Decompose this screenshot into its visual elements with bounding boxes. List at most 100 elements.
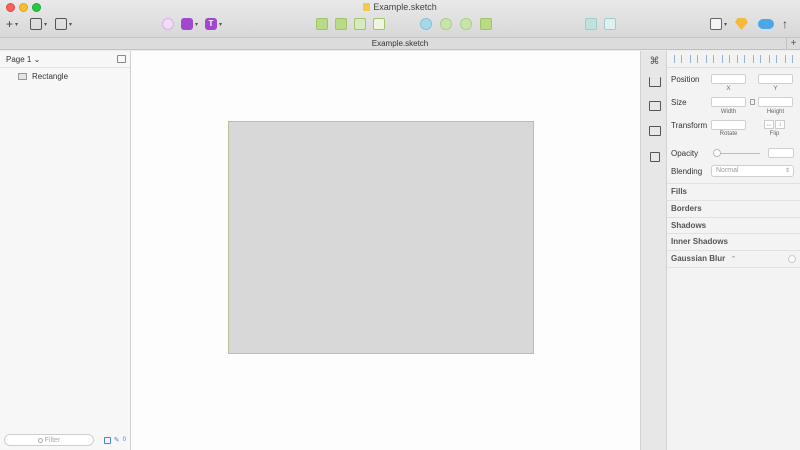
- opacity-slider-knob[interactable]: [713, 149, 721, 157]
- distribute-horizontal-icon[interactable]: [769, 55, 778, 63]
- align-center-icon[interactable]: [689, 55, 698, 63]
- forward-icon: [420, 18, 432, 30]
- tab-library[interactable]: [646, 148, 663, 165]
- layer-list-item[interactable]: Rectangle: [0, 68, 130, 85]
- export-icon: ↑: [782, 17, 788, 31]
- position-y-field[interactable]: [758, 74, 793, 84]
- inner-shadows-label: Inner Shadows: [671, 237, 728, 246]
- chevron-down-icon: ▾: [219, 21, 223, 28]
- sketch-document-icon: [363, 3, 371, 11]
- copy-layers-icon[interactable]: [103, 436, 111, 444]
- inner-shadows-section[interactable]: Inner Shadows: [667, 233, 800, 249]
- inspector-empty-area: [667, 267, 800, 450]
- create-symbol-button[interactable]: ▾: [55, 17, 72, 31]
- edit-icon: [162, 18, 174, 30]
- edit-button[interactable]: [162, 17, 174, 31]
- scale-icon: [480, 18, 492, 30]
- link-icon: ⌘: [649, 56, 660, 67]
- transform-label: Transform: [671, 121, 708, 130]
- width-field[interactable]: [711, 97, 746, 107]
- cloud-upload-icon: [758, 19, 774, 29]
- canvas[interactable]: [131, 51, 640, 450]
- flatten-button[interactable]: [585, 17, 597, 31]
- mirror-button[interactable]: [735, 17, 748, 31]
- tab-document-settings[interactable]: [646, 122, 663, 139]
- layer-filter-input[interactable]: Filter: [4, 434, 94, 446]
- inspector-tab-strip: ⌘: [640, 51, 667, 450]
- gaussian-blur-section[interactable]: Gaussian Blur ⌃: [667, 250, 800, 266]
- distribute-vertical-icon[interactable]: [785, 55, 794, 63]
- borders-label: Borders: [671, 204, 702, 213]
- align-middle-icon[interactable]: [737, 55, 746, 63]
- y-label: Y: [773, 86, 778, 92]
- mask-button[interactable]: [460, 17, 472, 31]
- width-label: Width: [720, 109, 737, 115]
- add-page-icon[interactable]: [117, 55, 126, 63]
- borders-section[interactable]: Borders: [667, 200, 800, 216]
- sketch-mirror-icon: [735, 18, 748, 30]
- tab-export[interactable]: [646, 73, 663, 90]
- insert-button[interactable]: + ▾: [6, 17, 18, 31]
- alignment-toolbar: [667, 51, 800, 68]
- chevron-down-icon: ▾: [724, 21, 728, 28]
- flip-label: Flip: [769, 131, 780, 137]
- symbol-icon: [55, 18, 67, 30]
- export-panel-icon: [648, 76, 661, 87]
- flip-vertical-button[interactable]: ↕: [775, 120, 785, 129]
- blending-value: Normal: [716, 167, 739, 174]
- transform-icon: [181, 18, 193, 30]
- difference-button[interactable]: [373, 17, 385, 31]
- view-button[interactable]: ▾: [710, 17, 727, 31]
- document-title-text: Example.sketch: [373, 2, 437, 12]
- opacity-field[interactable]: [768, 148, 794, 158]
- cloud-button[interactable]: [758, 17, 774, 31]
- lock-icon[interactable]: [750, 99, 755, 105]
- forward-button[interactable]: [420, 17, 432, 31]
- shadows-section[interactable]: Shadows: [667, 217, 800, 233]
- mask-icon: [460, 18, 472, 30]
- union-button[interactable]: [316, 17, 328, 31]
- blur-toggle[interactable]: [788, 255, 796, 263]
- transform-button[interactable]: ▾: [181, 17, 198, 31]
- blur-type-chevron-icon[interactable]: ⌃: [730, 256, 736, 263]
- align-top-icon[interactable]: [721, 55, 730, 63]
- rotate-field[interactable]: [711, 120, 746, 130]
- align-right-icon[interactable]: [705, 55, 714, 63]
- chevron-down-icon: ▾: [195, 21, 199, 28]
- position-x-field[interactable]: [711, 74, 746, 84]
- tab-document[interactable]: Example.sketch: [0, 39, 800, 48]
- fills-section[interactable]: Fills: [667, 183, 800, 199]
- page-selector[interactable]: Page 1 ⌄: [0, 51, 130, 68]
- export-button[interactable]: ↑: [782, 17, 788, 31]
- backward-button[interactable]: [440, 17, 452, 31]
- rectangle-shape[interactable]: [228, 121, 534, 354]
- tab-inspector[interactable]: ⌘: [646, 53, 663, 70]
- shadows-label: Shadows: [671, 221, 707, 230]
- align-left-icon[interactable]: [673, 55, 682, 63]
- chevron-down-icon: ▾: [15, 21, 19, 28]
- subtract-button[interactable]: [335, 17, 347, 31]
- scale-button[interactable]: [480, 17, 492, 31]
- rotate-copies-button[interactable]: [604, 17, 616, 31]
- inspector-panel: Position X Y Size Width Height Transform…: [667, 51, 800, 450]
- flip-horizontal-button[interactable]: ↔: [764, 120, 774, 129]
- new-tab-button[interactable]: +: [786, 38, 800, 50]
- height-field[interactable]: [758, 97, 793, 107]
- rotate-copies-icon: [604, 18, 616, 30]
- union-icon: [316, 18, 328, 30]
- group-icon: [30, 18, 42, 30]
- intersect-icon: [354, 18, 366, 30]
- text-tool-button[interactable]: T ▾: [205, 17, 222, 31]
- layer-count: 0: [122, 437, 126, 443]
- rectangle-layer-icon: [18, 73, 27, 80]
- blending-select[interactable]: Normal ⇕: [711, 165, 794, 177]
- group-button[interactable]: ▾: [30, 17, 47, 31]
- view-icon: [710, 18, 722, 30]
- subtract-icon: [335, 18, 347, 30]
- align-bottom-icon[interactable]: [753, 55, 762, 63]
- pen-icon[interactable]: ✎: [114, 436, 120, 444]
- tab-prototype[interactable]: [646, 97, 663, 114]
- difference-icon: [373, 18, 385, 30]
- intersect-button[interactable]: [354, 17, 366, 31]
- layer-name: Rectangle: [32, 72, 69, 81]
